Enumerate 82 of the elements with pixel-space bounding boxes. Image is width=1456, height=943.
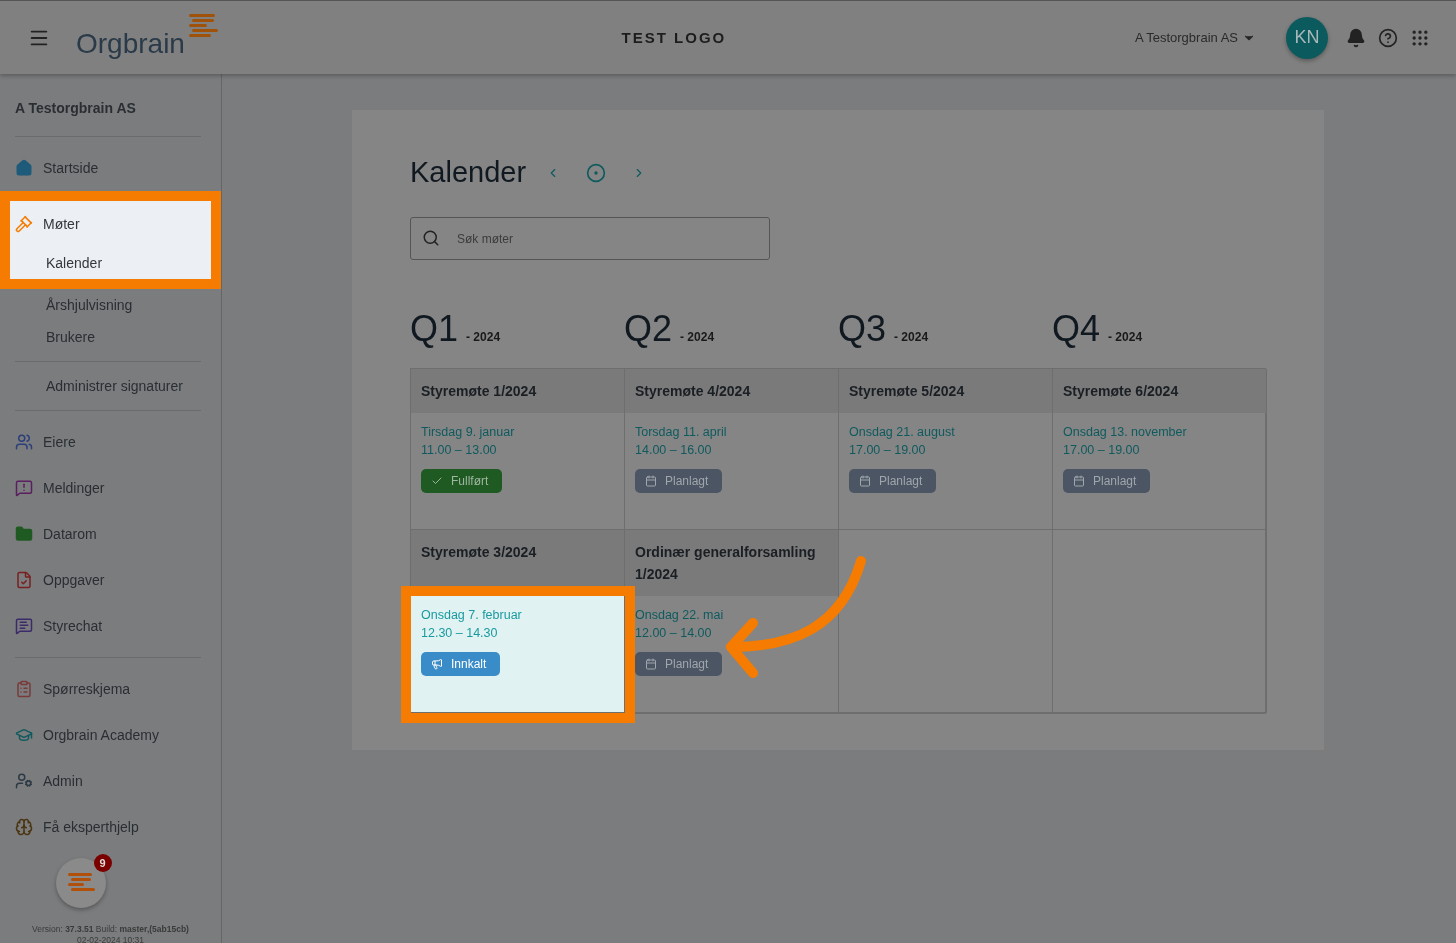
meeting-time: 12.30 – 14.30 xyxy=(421,625,499,642)
sidebar-item[interactable]: Administrer signaturer xyxy=(15,370,201,402)
meeting-title[interactable]: Styremøte 1/2024 xyxy=(411,369,625,413)
megaphone-icon xyxy=(431,658,443,670)
brain-icon xyxy=(15,818,33,836)
status-chip: Planlagt xyxy=(635,652,723,676)
meeting-time: 17.00 – 19.00 xyxy=(849,442,927,459)
meeting-time: 17.00 – 19.00 xyxy=(1063,442,1141,459)
quarter-label: Q3 xyxy=(838,308,887,350)
calendar-icon xyxy=(1073,475,1085,487)
sidebar-item[interactable]: Datarom xyxy=(15,511,201,557)
clipboard-icon xyxy=(15,680,33,698)
meeting-card[interactable]: Tirsdag 9. januar 11.00 – 13.00 Fullført xyxy=(411,413,625,530)
sidebar-item[interactable]: Oppgaver xyxy=(15,557,201,603)
chat-icon xyxy=(15,617,33,635)
meeting-title[interactable]: Styremøte 4/2024 xyxy=(625,369,839,413)
user-avatar[interactable]: KN xyxy=(1286,16,1328,59)
meeting-date: Torsdag 11. april xyxy=(635,424,728,441)
alert-message-icon xyxy=(15,479,33,497)
notification-badge: 9 xyxy=(93,854,112,872)
quarter-year: - 2024 xyxy=(680,330,715,344)
quarter-year: - 2024 xyxy=(1108,330,1143,344)
document-check-icon xyxy=(15,571,33,589)
meeting-date: Onsdag 7. februar xyxy=(421,607,523,624)
folder-icon xyxy=(15,525,33,543)
bell-icon xyxy=(1346,27,1366,48)
check-icon xyxy=(431,475,443,487)
build-date: 02-02-2024 10:31 xyxy=(76,935,145,943)
meeting-date: Onsdag 13. november xyxy=(1063,424,1188,441)
search-field[interactable]: Søk møter xyxy=(410,217,770,260)
status-chip: Planlagt xyxy=(1063,469,1151,493)
help-icon xyxy=(1378,27,1398,48)
meeting-title[interactable]: Styremøte 6/2024 xyxy=(1053,369,1267,413)
quarter-label: Q1 xyxy=(410,308,459,350)
sidebar-item[interactable]: Orgbrain Academy xyxy=(15,712,201,758)
meeting-time: 12.00 – 14.00 xyxy=(635,625,713,642)
meeting-date: Onsdag 22. mai xyxy=(635,607,725,624)
logo-text: Orgbrain xyxy=(76,27,185,60)
meeting-card[interactable]: Onsdag 21. august 17.00 – 19.00 Planlagt xyxy=(839,413,1053,530)
sidebar-item[interactable]: Admin xyxy=(15,758,201,804)
meeting-title[interactable]: Styremøte 5/2024 xyxy=(839,369,1053,413)
sidebar-item[interactable]: Møter xyxy=(15,201,206,247)
sidebar-item[interactable]: Meldinger xyxy=(15,465,201,511)
quarter-year: - 2024 xyxy=(466,330,501,344)
status-chip: Fullført xyxy=(421,469,503,493)
sidebar-item[interactable]: Få eksperthjelp xyxy=(15,804,201,850)
meeting-card[interactable]: Onsdag 22. mai 12.00 – 14.00 Planlagt xyxy=(625,596,839,713)
people-icon xyxy=(15,433,33,451)
meeting-card[interactable]: Torsdag 11. april 14.00 – 16.00 Planlagt xyxy=(625,413,839,530)
status-chip: Planlagt xyxy=(849,469,937,493)
search-icon xyxy=(422,229,440,247)
sidebar-item[interactable]: Eiere xyxy=(15,419,201,465)
page-title: Kalender xyxy=(410,156,527,189)
meeting-date: Tirsdag 9. januar xyxy=(421,424,516,441)
sidebar-item[interactable]: Spørreskjema xyxy=(15,666,201,712)
quarter-year: - 2024 xyxy=(894,330,929,344)
graduation-cap-icon xyxy=(15,726,33,744)
sidebar-item[interactable]: Brukere xyxy=(15,321,201,353)
calendar-icon xyxy=(645,475,657,487)
meeting-card[interactable]: Onsdag 13. november 17.00 – 19.00 Planlagt xyxy=(1053,413,1267,530)
sidebar-item[interactable]: Styrechat xyxy=(15,603,201,649)
sidebar-item[interactable]: Årshjulvisning xyxy=(15,289,201,321)
gavel-icon xyxy=(15,215,33,233)
quarter-label: Q2 xyxy=(624,308,673,350)
calendar-icon xyxy=(859,475,871,487)
calendar-icon xyxy=(645,658,657,670)
sidebar-item[interactable]: Startside xyxy=(15,145,201,191)
meeting-date: Onsdag 21. august xyxy=(849,424,956,441)
meeting-title[interactable]: Ordinær generalforsamling 1/2024 xyxy=(625,530,839,596)
meeting-time: 11.00 – 13.00 xyxy=(421,442,498,459)
quarter-label: Q4 xyxy=(1052,308,1101,350)
status-chip: Planlagt xyxy=(635,469,723,493)
assistant-button[interactable] xyxy=(55,858,106,908)
home-icon xyxy=(15,159,33,177)
page-header-title: TEST LOGO xyxy=(620,29,728,46)
status-chip: Innkalt xyxy=(421,652,501,676)
target-icon xyxy=(586,162,607,183)
sidebar-item[interactable]: Kalender xyxy=(15,247,206,279)
organization-name: A Testorgbrain AS xyxy=(14,100,137,118)
meeting-time: 14.00 – 16.00 xyxy=(635,442,713,459)
user-gear-icon xyxy=(15,772,33,790)
organization-selector[interactable]: A Testorgbrain AS xyxy=(1128,29,1262,46)
